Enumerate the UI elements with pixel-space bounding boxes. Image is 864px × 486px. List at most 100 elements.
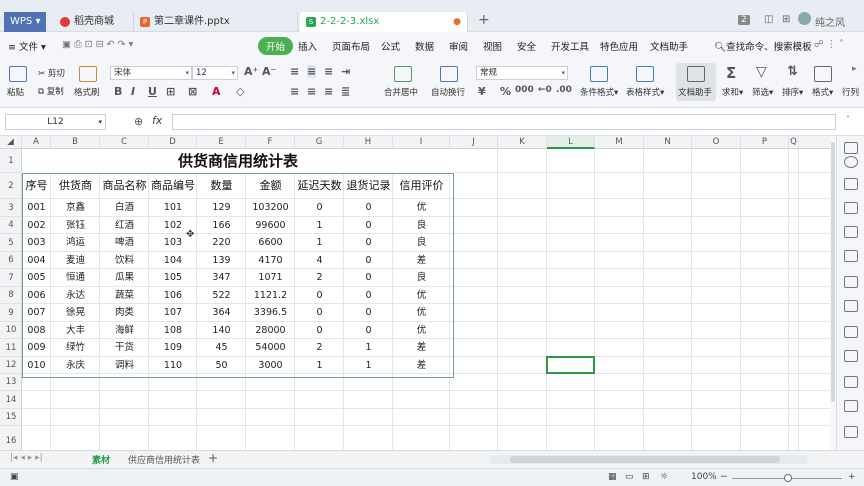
zoom-out-icon[interactable]: − xyxy=(720,472,728,482)
table-icon[interactable] xyxy=(844,178,858,190)
table-cell[interactable]: 差 xyxy=(393,252,450,269)
row-header-13[interactable]: 13 xyxy=(0,374,22,391)
table-cell[interactable]: 鸿运 xyxy=(51,234,100,252)
table-cell[interactable]: 优 xyxy=(393,322,450,339)
sort-icon[interactable]: ⇅ xyxy=(787,64,798,79)
more-icon[interactable] xyxy=(844,426,858,438)
table-cell[interactable]: 220 xyxy=(197,234,246,252)
window-count-badge[interactable]: 2 xyxy=(738,15,750,25)
table-header-cell[interactable]: 延迟天数 xyxy=(295,173,344,199)
layers-icon[interactable] xyxy=(844,250,858,262)
align-left-icon[interactable]: ≡ xyxy=(290,85,299,98)
table-cell[interactable]: 1 xyxy=(344,357,393,374)
table-cell[interactable]: 129 xyxy=(197,199,246,217)
selected-cell[interactable] xyxy=(546,356,595,374)
eraser-icon[interactable]: ◇ xyxy=(236,85,244,98)
tab-review[interactable]: 审阅 xyxy=(449,39,468,53)
increase-font-icon[interactable]: A⁺ xyxy=(244,65,258,78)
sheet-nav-icon[interactable]: |◂ ◂ ▸ ▸| xyxy=(10,453,43,463)
table-cell[interactable]: 2 xyxy=(295,339,344,357)
horizontal-scrollbar[interactable] xyxy=(490,455,808,464)
row-header-1[interactable]: 1 xyxy=(0,149,22,173)
row-header-9[interactable]: 9 xyxy=(0,304,22,322)
copy-button[interactable]: ⧉ 复制 xyxy=(38,85,64,97)
table-cell[interactable]: 良 xyxy=(393,217,450,234)
table-cell[interactable]: 004 xyxy=(22,252,51,269)
table-cell[interactable]: 006 xyxy=(22,287,51,304)
table-cell[interactable]: 140 xyxy=(197,322,246,339)
paste-icon[interactable] xyxy=(9,66,27,82)
column-header-l[interactable]: L xyxy=(547,136,595,149)
table-cell[interactable]: 调料 xyxy=(100,357,149,374)
tab-doc-assistant[interactable]: 文档助手 xyxy=(650,39,688,53)
table-cell[interactable]: 0 xyxy=(344,269,393,287)
table-header-cell[interactable]: 供货商 xyxy=(51,173,100,199)
table-header-cell[interactable]: 商品名称 xyxy=(100,173,149,199)
merge-center-button[interactable]: 合并居中 xyxy=(384,86,418,98)
table-cell[interactable]: 110 xyxy=(149,357,197,374)
paste-button[interactable]: 粘贴 xyxy=(7,86,24,98)
tab-close-dot-icon[interactable]: ● xyxy=(453,12,461,32)
table-cell[interactable]: 蔬菜 xyxy=(100,287,149,304)
zoom-in-icon[interactable]: + xyxy=(848,472,856,482)
table-cell[interactable]: 麦迪 xyxy=(51,252,100,269)
column-header-d[interactable]: D xyxy=(149,136,197,149)
table-cell[interactable]: 6600 xyxy=(246,234,295,252)
table-cell[interactable]: 106 xyxy=(149,287,197,304)
normal-view-icon[interactable]: ▦ xyxy=(608,472,617,482)
table-cell[interactable]: 166 xyxy=(197,217,246,234)
table-cell[interactable]: 54000 xyxy=(246,339,295,357)
sum-icon[interactable]: Σ xyxy=(726,64,736,82)
table-cell[interactable]: 522 xyxy=(197,287,246,304)
table-cell[interactable]: 海鲜 xyxy=(100,322,149,339)
help-icon[interactable] xyxy=(844,400,858,412)
table-cell[interactable]: 364 xyxy=(197,304,246,322)
table-cell[interactable]: 001 xyxy=(22,199,51,217)
table-cell[interactable]: 良 xyxy=(393,234,450,252)
scroll-right-icon[interactable]: ▸ xyxy=(852,64,857,74)
row-header-14[interactable]: 14 xyxy=(0,391,22,409)
table-cell[interactable]: 347 xyxy=(197,269,246,287)
increase-decimal-icon[interactable]: ←0 xyxy=(538,85,552,95)
tab-features[interactable]: 特色应用 xyxy=(600,39,638,53)
skin-icon[interactable]: ◫ xyxy=(764,14,773,25)
table-header-cell[interactable]: 金额 xyxy=(246,173,295,199)
indent-icon[interactable]: ⇥ xyxy=(341,65,350,78)
tab-view[interactable]: 视图 xyxy=(483,39,502,53)
table-cell[interactable]: 0 xyxy=(295,287,344,304)
table-cell[interactable]: 005 xyxy=(22,269,51,287)
table-cell[interactable]: 105 xyxy=(149,269,197,287)
align-center-icon[interactable]: ≡ xyxy=(307,85,316,98)
table-cell[interactable]: 优 xyxy=(393,199,450,217)
table-cell[interactable]: 绿竹 xyxy=(51,339,100,357)
table-cell[interactable]: 恒通 xyxy=(51,269,100,287)
tab-xlsx[interactable]: S 2-2-2-3.xlsx ● xyxy=(300,12,468,32)
align-top-icon[interactable]: ≡ xyxy=(290,65,299,78)
table-cell[interactable]: 1 xyxy=(295,357,344,374)
conditional-format-icon[interactable] xyxy=(590,66,608,82)
zoom-slider[interactable] xyxy=(732,474,842,482)
align-bottom-icon[interactable]: ≡ xyxy=(324,65,333,78)
table-header-cell[interactable]: 序号 xyxy=(22,173,51,199)
row-header-6[interactable]: 6 xyxy=(0,252,22,269)
row-col-button[interactable]: 行列 xyxy=(842,86,859,98)
table-cell[interactable]: 1 xyxy=(344,339,393,357)
table-cell[interactable]: 003 xyxy=(22,234,51,252)
table-cell[interactable]: 103200 xyxy=(246,199,295,217)
tab-store[interactable]: 稻壳商城 xyxy=(54,12,134,32)
tab-start[interactable]: 开始 xyxy=(258,37,294,55)
border-icon[interactable]: ⊞ xyxy=(166,85,175,98)
table-cell[interactable]: 0 xyxy=(344,217,393,234)
table-cell[interactable]: 002 xyxy=(22,217,51,234)
gift-icon[interactable]: ⊞ xyxy=(782,14,790,25)
column-header-j[interactable]: J xyxy=(450,136,498,149)
row-header-10[interactable]: 10 xyxy=(0,322,22,339)
row-header-7[interactable]: 7 xyxy=(0,269,22,287)
sort-button[interactable]: 排序▾ xyxy=(782,86,803,98)
sheet-title[interactable]: 供货商信用统计表 xyxy=(22,149,454,173)
fill-color-icon[interactable]: ⊠ xyxy=(188,85,197,98)
font-name-select[interactable]: 宋体 ▾ xyxy=(110,66,192,80)
zoom-icon[interactable]: ⊕ xyxy=(134,115,143,128)
pointer-icon[interactable] xyxy=(844,142,858,154)
table-cell[interactable]: 徐晃 xyxy=(51,304,100,322)
